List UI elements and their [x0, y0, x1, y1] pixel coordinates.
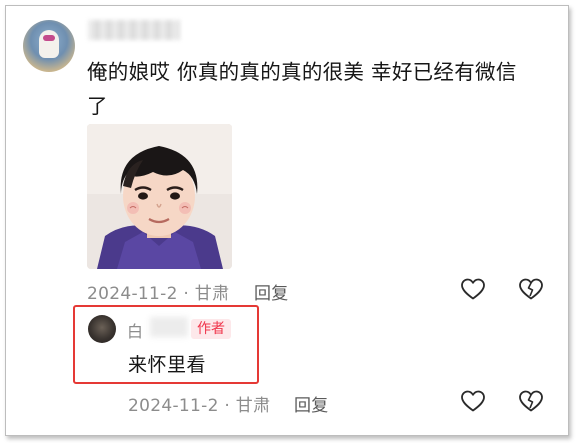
comment-text: 俺的娘哎 你真的真的真的很美 幸好已经有微信了 [87, 60, 517, 118]
reply-author-name-blurred [150, 317, 188, 337]
comment-date-location: 2024-11-2 · 甘肃 [87, 284, 230, 304]
avatar-figure [39, 30, 59, 58]
reply-author-avatar[interactable] [88, 315, 116, 343]
commenter-avatar[interactable] [23, 20, 75, 72]
commenter-name-blurred[interactable] [88, 20, 180, 40]
heart-outline-icon[interactable] [460, 277, 486, 301]
heart-outline-icon[interactable] [460, 389, 486, 413]
broken-heart-icon[interactable] [518, 389, 544, 413]
comment-reply-button[interactable]: 回复 [254, 279, 289, 304]
sticker-illustration [87, 124, 232, 269]
comment-sticker-image[interactable] [87, 124, 232, 269]
author-badge: 作者 [191, 319, 231, 339]
broken-heart-icon[interactable] [518, 277, 544, 301]
reply-author-name[interactable]: 白 [127, 318, 143, 342]
reply-reply-button[interactable]: 回复 [294, 391, 329, 416]
reply-text: 来怀里看 [128, 354, 207, 376]
reply-date-location: 2024-11-2 · 甘肃 [128, 396, 271, 416]
